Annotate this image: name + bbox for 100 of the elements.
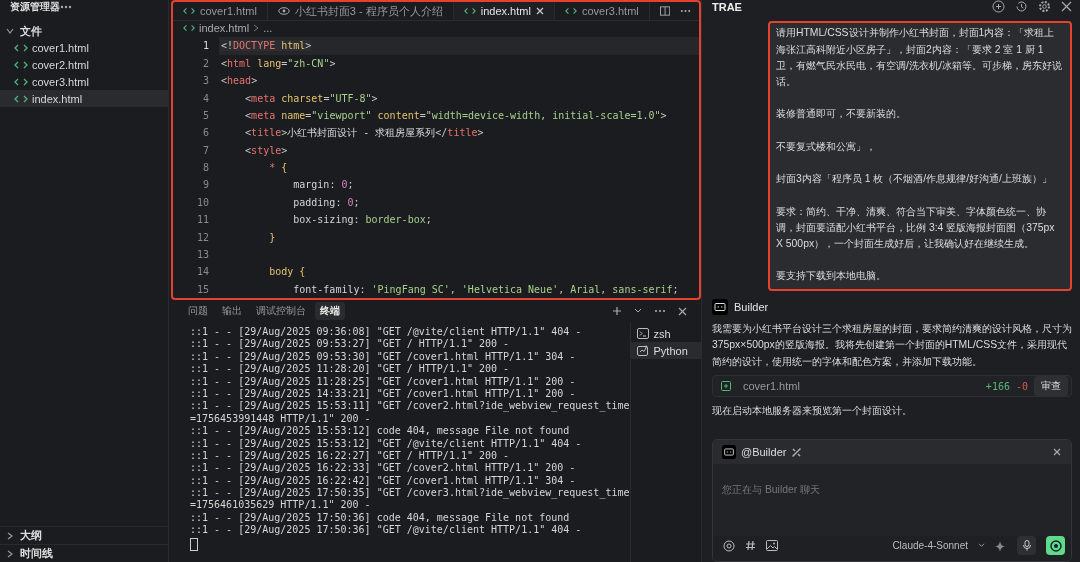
- folder-item[interactable]: 文件: [0, 23, 168, 39]
- close-icon[interactable]: [1053, 448, 1061, 456]
- code-line: <style>: [244, 144, 288, 156]
- code-line: <head>: [221, 75, 258, 87]
- chat-input-field[interactable]: 您正在与 Builder 聊天: [713, 464, 1071, 536]
- more-icon[interactable]: [679, 9, 691, 13]
- more-icon[interactable]: [654, 309, 666, 313]
- code-line: * {: [268, 162, 288, 174]
- section-header[interactable]: 大纲: [0, 526, 168, 544]
- file-item[interactable]: cover3.html: [0, 73, 168, 90]
- editor-tab[interactable]: cover1.html: [173, 2, 268, 20]
- chevron-icon: [253, 23, 260, 32]
- bot-icon: [712, 298, 728, 315]
- terminal-line: ::1 - - [29/Aug/2025 11:28:20] "GET / HTTP/1.1" 200 -: [190, 363, 511, 376]
- chevron-down-icon[interactable]: [978, 543, 985, 548]
- panel-tab[interactable]: 终端: [315, 302, 345, 320]
- bot-icon: [722, 445, 736, 459]
- file-add-icon: [721, 381, 731, 391]
- breadcrumb-item[interactable]: index.html: [199, 21, 250, 34]
- message-paragraph: 要求：简约、干净、清爽、符合当下审美、字体颜色统一、协调，封面要适配小红书平台，比例 3:4 竖版海报封面图（375px X 500px），一个封面生成好后，让我确认好在继续生成。: [776, 204, 1056, 251]
- code-line: }: [268, 231, 276, 243]
- code-icon: [183, 7, 195, 15]
- new-chat-icon[interactable]: [992, 0, 1005, 14]
- code-line: margin: 0;: [292, 179, 354, 191]
- review-button[interactable]: 审查: [1034, 376, 1068, 396]
- line-number: 13: [195, 249, 209, 260]
- chevron-down-icon[interactable]: [634, 308, 642, 314]
- message-paragraph: 不要复式楼和公寓」，: [776, 139, 877, 154]
- line-number: 8: [201, 162, 209, 174]
- added-count: +166: [985, 380, 1010, 392]
- terminal-line: ::1 - - [29/Aug/2025 14:33:21] "GET /cover1.html HTTP/1.1" 200 -: [190, 387, 577, 401]
- file-item[interactable]: index.html: [0, 90, 168, 107]
- terminal-icon: [636, 328, 649, 339]
- plus-icon[interactable]: [612, 306, 622, 316]
- line-number: 12: [195, 231, 209, 243]
- history-icon[interactable]: [1015, 0, 1028, 14]
- line-number: 10: [195, 196, 209, 208]
- message-paragraph: 封面3内容「程序员 1 枚（不烟酒/作息规律/好沟通/上班族）」: [776, 172, 1053, 187]
- terminal-line: =1756461035629 HTTP/1.1" 200 -: [190, 499, 372, 512]
- terminal-line: ::1 - - [29/Aug/2025 09:53:27] "GET / HTTP/1.1" 200 -: [190, 338, 511, 351]
- code-line: <title>小红书封面设计 - 求租房屋系列</title>: [244, 125, 484, 140]
- code-line: box-sizing: border-box;: [292, 214, 432, 226]
- chevron-icon: [6, 27, 14, 35]
- model-selector[interactable]: Claude-4-Sonnet: [892, 540, 968, 551]
- explorer-title: 资源管理器: [10, 0, 60, 14]
- terminal-cursor: [190, 537, 198, 551]
- close-icon[interactable]: [678, 306, 687, 316]
- close-icon[interactable]: [535, 7, 544, 15]
- line-number: 5: [201, 109, 209, 121]
- hash-icon[interactable]: [745, 540, 756, 551]
- terminal-line: ::1 - - [29/Aug/2025 17:50:35] "GET /cover3.html?ide_webview_request_time: [190, 487, 630, 500]
- panel-tab[interactable]: 输出: [217, 302, 247, 320]
- panel-tab[interactable]: 调试控制台: [251, 302, 311, 320]
- terminal-session[interactable]: Python: [630, 342, 701, 359]
- agent-message: 我需要为小红书平台设计三个求租房屋的封面，要求简约清爽的设计风格，尺寸为375px×500px的竖版海报。我将先创建第一个封面的HTML/CSS文件，采用现代简约的设计，使用统一的字体和配色方案，并添加下载功能。: [712, 321, 1072, 369]
- code-line: font-family: 'PingFang SC', 'Helvetica Neue', Arial, sans-serif;: [292, 283, 679, 295]
- file-item[interactable]: cover1.html: [0, 39, 168, 56]
- panel-tab[interactable]: 问题: [183, 302, 213, 320]
- terminal-line: ::1 - - [29/Aug/2025 15:53:12] code 404, message File not found: [190, 425, 571, 438]
- mention-icon[interactable]: [723, 539, 735, 552]
- line-number: 11: [195, 214, 209, 226]
- code-icon: [14, 43, 28, 52]
- editor-tab[interactable]: 小红书封面3 - 程序员个人介绍: [267, 2, 454, 20]
- terminal-session[interactable]: zsh: [630, 325, 701, 342]
- microphone-button[interactable]: [1017, 536, 1036, 555]
- settings-icon[interactable]: [1038, 0, 1051, 14]
- breadcrumb-item[interactable]: ...: [263, 21, 273, 34]
- line-number: 7: [201, 144, 209, 156]
- terminal-line: ::1 - - [29/Aug/2025 09:36:08] "GET /@vite/client HTTP/1.1" 404 -: [190, 326, 583, 339]
- line-number: 1: [201, 40, 209, 52]
- message-paragraph: 要支持下载到本地电脑。: [776, 269, 887, 284]
- tools-icon: [791, 446, 803, 458]
- code-line: padding: 0;: [292, 196, 360, 208]
- editor-tab[interactable]: cover3.html: [554, 2, 650, 20]
- line-number: 14: [195, 266, 209, 278]
- message-paragraph: 请用HTML/CSS设计并制作小红书封面，封面1内容：「求租上海张江高科附近小区房子」，封面2内容：「要求 2 室 1 厨 1 卫，有燃气民水民电，有空调/洗衣机/冰箱等。可步梯，房东好说话。: [776, 26, 1063, 89]
- agent-message: 现在启动本地服务器来预览第一个封面设计。: [712, 404, 913, 418]
- code-line: <meta name="viewport" content="width=device-width, initial-scale=1.0">: [244, 109, 667, 121]
- message-paragraph: 装修普通即可，不要新装的。: [776, 107, 907, 122]
- more-icon[interactable]: [60, 5, 72, 9]
- send-button[interactable]: [1046, 536, 1065, 555]
- image-icon[interactable]: [766, 540, 778, 551]
- editor-tab[interactable]: index.html: [453, 2, 555, 20]
- terminal-line: ::1 - - [29/Aug/2025 17:50:36] "GET /@vite/client HTTP/1.1" 404 -: [190, 524, 583, 537]
- code-icon: [183, 23, 195, 32]
- eye-icon: [277, 7, 290, 15]
- file-name[interactable]: cover1.html: [743, 380, 800, 392]
- terminal-line: =1756453991448 HTTP/1.1" 200 -: [190, 412, 372, 426]
- split-icon[interactable]: [659, 6, 670, 16]
- close-icon[interactable]: [1061, 1, 1072, 13]
- terminal-line: ::1 - - [29/Aug/2025 11:28:25] "GET /cover1.html HTTP/1.1" 200 -: [190, 375, 577, 388]
- terminal-line: ::1 - - [29/Aug/2025 15:53:11] "GET /cover2.html?ide_webview_request_time: [190, 400, 630, 413]
- section-header[interactable]: 时间线: [0, 544, 168, 562]
- code-icon: [14, 77, 28, 86]
- line-number: 4: [201, 92, 209, 104]
- code-icon: [463, 7, 476, 15]
- panel-title: TRAE: [712, 0, 742, 13]
- line-number: 3: [201, 75, 209, 87]
- terminal-line: ::1 - - [29/Aug/2025 16:22:42] "GET /cover1.html HTTP/1.1" 304 -: [190, 474, 577, 488]
- file-item[interactable]: cover2.html: [0, 56, 168, 73]
